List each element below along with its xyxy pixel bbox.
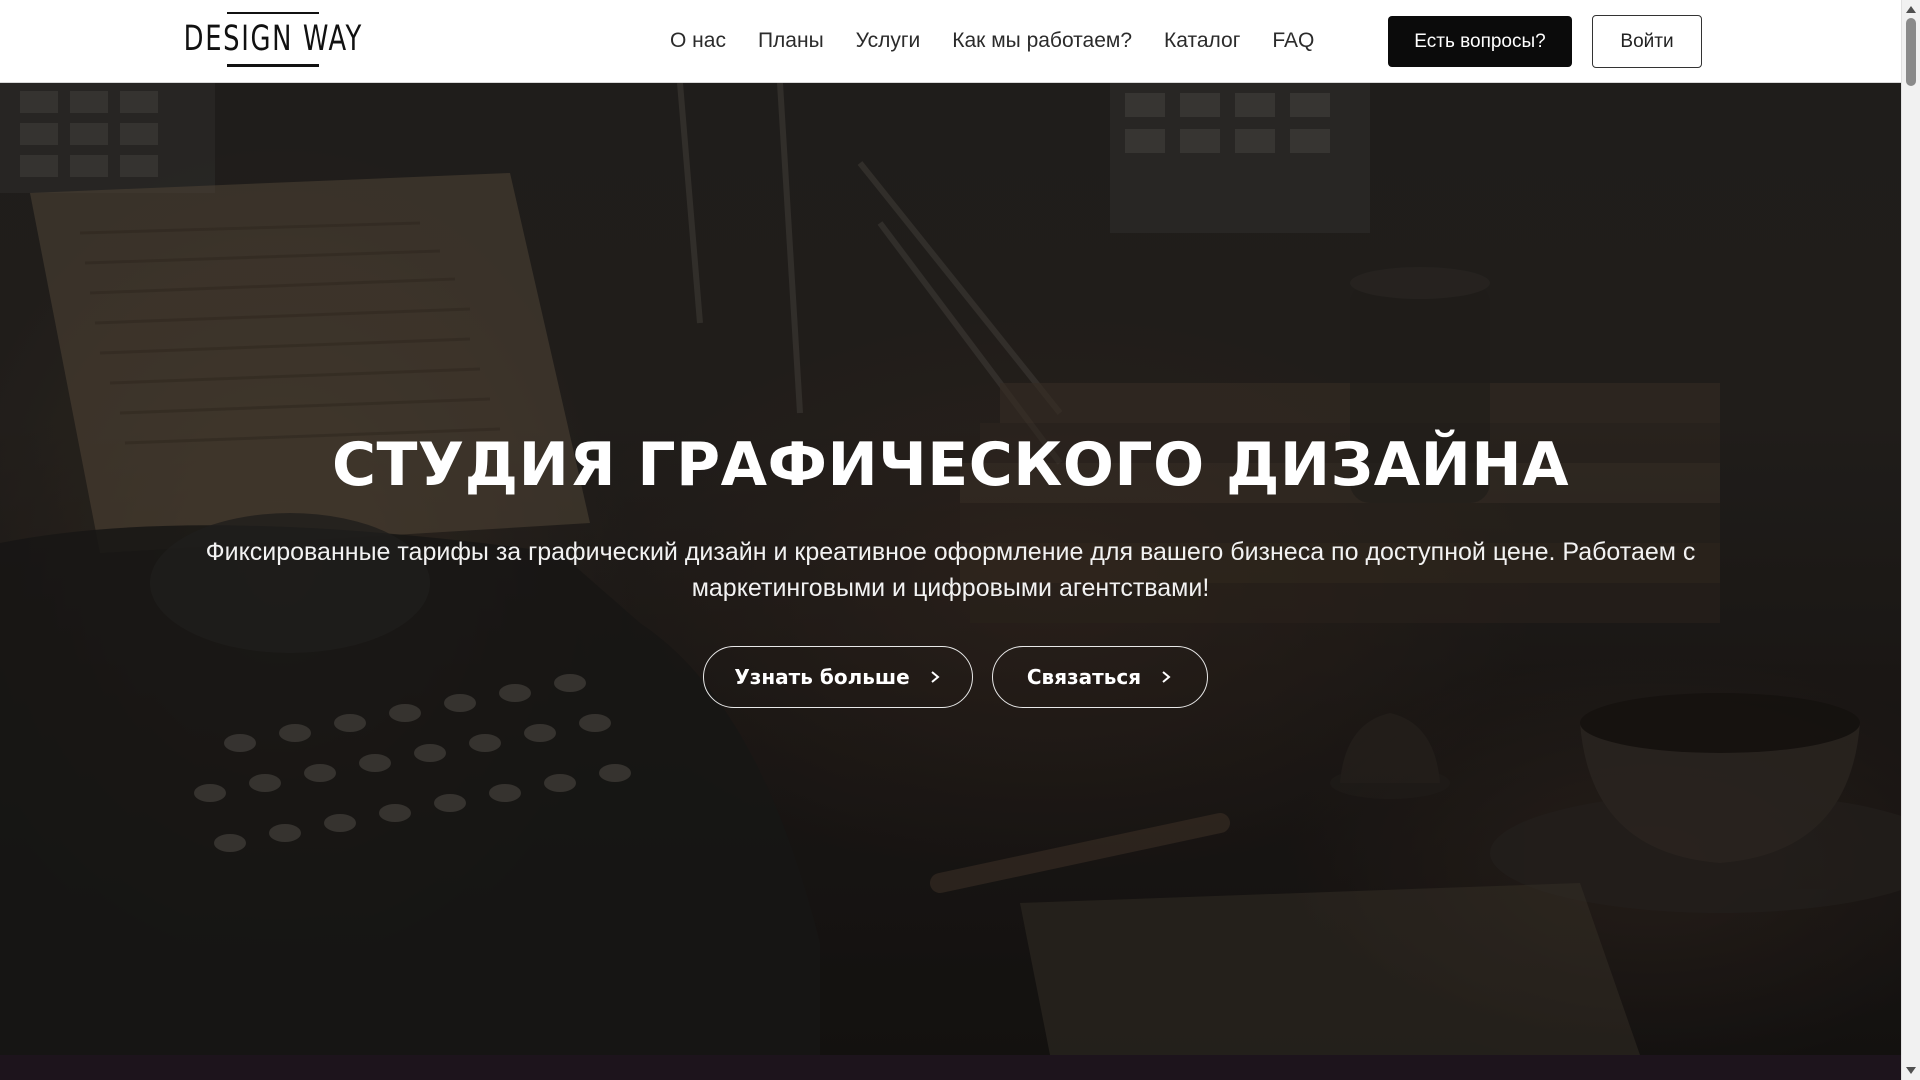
chevron-right-icon [1162, 671, 1171, 683]
logo-text: DESIGN WAY [183, 19, 363, 59]
nav-link-faq[interactable]: FAQ [1272, 29, 1314, 53]
nav-link-plans[interactable]: Планы [758, 29, 824, 53]
login-button[interactable]: Войти [1592, 15, 1702, 68]
site-header: DESIGN WAY О нас Планы Услуги Как мы раб… [0, 0, 1901, 83]
hero-section: СТУДИЯ ГРАФИЧЕСКОГО ДИЗАЙНА Фиксированны… [0, 83, 1901, 1055]
logo-top-line [227, 12, 319, 14]
nav-link-catalog[interactable]: Каталог [1164, 29, 1240, 53]
hero-title: СТУДИЯ ГРАФИЧЕСКОГО ДИЗАЙНА [331, 430, 1570, 500]
hero-subtitle: Фиксированные тарифы за графический диза… [205, 538, 1696, 602]
scroll-down-arrow-icon[interactable] [1906, 1067, 1916, 1074]
contact-button[interactable]: Связаться [992, 646, 1208, 708]
page: DESIGN WAY О нас Планы Услуги Как мы раб… [0, 0, 1920, 1080]
scroll-up-arrow-icon[interactable] [1906, 6, 1916, 13]
learn-more-button[interactable]: Узнать больше [703, 646, 973, 708]
nav-link-services[interactable]: Услуги [856, 29, 921, 53]
hero-content: СТУДИЯ ГРАФИЧЕСКОГО ДИЗАЙНА Фиксированны… [0, 83, 1901, 1055]
main-nav: О нас Планы Услуги Как мы работаем? Ката… [670, 0, 1314, 82]
logo-bottom-line [227, 64, 319, 67]
nav-link-how-we-work[interactable]: Как мы работаем? [952, 29, 1132, 53]
questions-button[interactable]: Есть вопросы? [1388, 16, 1572, 67]
contact-label: Связаться [1026, 665, 1142, 689]
page-scrollbar[interactable] [1901, 0, 1920, 1080]
next-section-edge [0, 1055, 1901, 1080]
logo[interactable]: DESIGN WAY [183, 12, 361, 74]
nav-link-about[interactable]: О нас [670, 29, 726, 53]
chevron-right-icon [931, 671, 940, 683]
hero-buttons: Узнать больше Связаться [0, 646, 1901, 708]
scroll-thumb[interactable] [1906, 18, 1916, 86]
learn-more-label: Узнать больше [734, 665, 910, 689]
